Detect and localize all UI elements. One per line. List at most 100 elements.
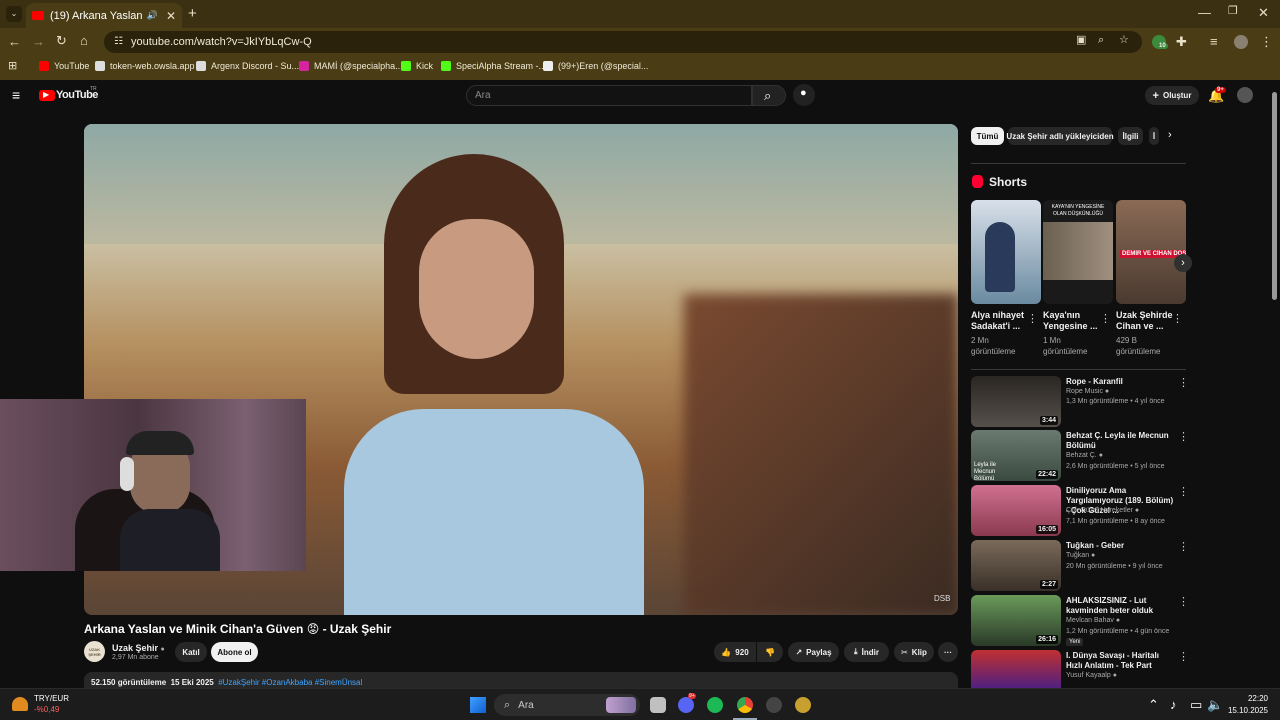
league-icon[interactable] <box>795 697 811 713</box>
short-menu-icon[interactable]: ⋮ <box>1027 312 1038 325</box>
short-thumbnail[interactable]: KAYA'NIN YENGESİNE OLAN DÜŞKÜNLÜĞÜ <box>1043 200 1113 304</box>
recommendation-title[interactable]: AHLAKSIZSINIZ - Lut kavminden beter oldu… <box>1066 596 1174 616</box>
voice-search-button[interactable]: ● <box>793 84 815 106</box>
bookmark-instagram[interactable]: MAMİ (@specialpha... <box>299 61 403 71</box>
profile-avatar[interactable] <box>1234 35 1248 49</box>
clip-button[interactable]: ✂ Klip <box>894 642 934 662</box>
join-button[interactable]: Katıl <box>175 642 207 662</box>
back-icon[interactable]: ← <box>8 35 21 48</box>
hashtags[interactable]: #UzakŞehir #OzanAkbaba #SinemÜnsal <box>218 678 362 687</box>
site-info-icon[interactable]: ☷ <box>114 37 123 47</box>
recommendation-thumbnail[interactable]: 16:05 <box>971 485 1061 536</box>
volume-icon[interactable]: 🔈 <box>1207 698 1223 711</box>
extensions-puzzle-icon[interactable]: ✚ <box>1176 35 1187 48</box>
recommendation-thumbnail[interactable]: 26:16 <box>971 595 1061 646</box>
download-button[interactable]: ⤓ İndir <box>844 642 889 662</box>
recommendation-channel[interactable]: Çok Güzel Hareketler ● <box>1066 507 1139 514</box>
zoom-icon[interactable]: ⌕ <box>1098 35 1104 46</box>
bookmark-star-icon[interactable]: ☆ <box>1119 35 1129 46</box>
tray-chevron-icon[interactable]: ⌃ <box>1148 698 1159 711</box>
recommendation-menu-icon[interactable]: ⋮ <box>1178 650 1189 663</box>
short-thumbnail[interactable]: DEMİR VE CİHAN DOST OLUYOR <box>1116 200 1186 304</box>
recommendation-menu-icon[interactable]: ⋮ <box>1178 430 1189 443</box>
close-window-icon[interactable]: ✕ <box>1258 6 1269 19</box>
home-icon[interactable]: ⌂ <box>80 34 88 47</box>
close-tab-icon[interactable]: ✕ <box>166 10 176 22</box>
subscribe-button[interactable]: Abone ol <box>211 642 258 662</box>
windows-start-icon[interactable] <box>470 697 486 713</box>
chip-from-uploader[interactable]: Uzak Şehir adlı yükleyiciden <box>1006 127 1114 145</box>
recommendation-menu-icon[interactable]: ⋮ <box>1178 376 1189 389</box>
more-actions-button[interactable]: ··· <box>938 642 958 662</box>
browser-menu-icon[interactable]: ⋮ <box>1260 35 1273 48</box>
chrome-icon[interactable] <box>737 697 753 713</box>
recommendation-title[interactable]: I. Dünya Savaşı - Haritalı Hızlı Anlatım… <box>1066 651 1174 671</box>
hamburger-menu-icon[interactable]: ≡ <box>12 88 20 102</box>
speaker-icon[interactable]: 🔊 <box>147 11 158 20</box>
task-view-icon[interactable] <box>650 697 666 713</box>
reading-list-icon[interactable]: ≡ <box>1210 35 1218 48</box>
network-icon[interactable]: ▭ <box>1190 698 1202 711</box>
short-title[interactable]: Uzak Şehirde Cihan ve ... <box>1116 310 1174 332</box>
recommendation-channel[interactable]: Yusuf Kayaalp ● <box>1066 672 1117 679</box>
short-title[interactable]: Alya nihayet Sadakat'i ... <box>971 310 1029 332</box>
recommendation-channel[interactable]: Behzat Ç. ● <box>1066 452 1103 459</box>
short-title[interactable]: Kaya'nın Yengesine ... <box>1043 310 1101 332</box>
taskbar-search[interactable]: ⌕ Ara <box>494 694 640 716</box>
discord-icon[interactable] <box>678 697 694 713</box>
bookmark-kick-stream[interactable]: SpeciAlpha Stream -... <box>441 61 546 71</box>
chip-all[interactable]: Tümü <box>971 127 1004 145</box>
search-input[interactable]: Ara <box>466 85 752 106</box>
chip-partial[interactable]: İ <box>1149 127 1159 145</box>
new-tab-icon[interactable]: + <box>188 6 197 21</box>
forward-icon[interactable]: → <box>32 35 45 48</box>
recommendation-channel[interactable]: Tuğkan ● <box>1066 552 1095 559</box>
recommendation-thumbnail[interactable]: 2:27 <box>971 540 1061 591</box>
recommendation-title[interactable]: Behzat Ç. Leyla ile Mecnun Bölümü <box>1066 431 1174 451</box>
apps-grid-icon[interactable]: ⊞ <box>8 61 17 72</box>
recommendation-menu-icon[interactable]: ⋮ <box>1178 485 1189 498</box>
recommendation-thumbnail[interactable] <box>971 650 1061 688</box>
tab-search-icon[interactable]: ⌄ <box>6 6 22 22</box>
clock-time[interactable]: 22:20 <box>1232 694 1268 703</box>
restore-icon[interactable]: ❐ <box>1228 6 1238 17</box>
chips-next-icon[interactable]: › <box>1168 130 1172 141</box>
short-menu-icon[interactable]: ⋮ <box>1100 312 1111 325</box>
bookmark-argenx[interactable]: Argenx Discord - Su... <box>196 61 299 71</box>
bookmark-tiktok[interactable]: (99+)Eren (@special... <box>543 61 648 71</box>
shorts-next-icon[interactable]: › <box>1174 254 1192 272</box>
minimize-icon[interactable]: — <box>1198 6 1211 19</box>
share-button[interactable]: ↗ Paylaş <box>788 642 839 662</box>
scrollbar-thumb[interactable] <box>1272 92 1277 300</box>
clock-date[interactable]: 15.10.2025 <box>1222 706 1268 715</box>
chip-related[interactable]: İlgili <box>1118 127 1143 145</box>
reload-icon[interactable]: ↻ <box>56 34 67 47</box>
bookmark-kick[interactable]: Kick <box>401 61 433 71</box>
browser-tab[interactable]: (19) Arkana Yaslan ve Minik 🔊 ✕ <box>26 3 182 28</box>
recommendation-menu-icon[interactable]: ⋮ <box>1178 540 1189 553</box>
app-icon[interactable] <box>766 697 782 713</box>
like-button[interactable]: 👍 920 <box>714 642 756 662</box>
channel-avatar[interactable]: UZAK ŞEHİR <box>84 641 105 662</box>
recommendation-title[interactable]: Tuğkan - Geber <box>1066 541 1174 551</box>
short-menu-icon[interactable]: ⋮ <box>1172 312 1183 325</box>
recommendation-thumbnail[interactable]: Leyla ile Mecnun Bölümü 22:42 <box>971 430 1061 481</box>
spotify-icon[interactable] <box>707 697 723 713</box>
address-bar[interactable]: ☷ youtube.com/watch?v=JkIYbLqCw-Q ▣ ⌕ ☆ <box>104 31 1142 53</box>
recommendation-channel[interactable]: Mevlcan Bahav ● <box>1066 617 1120 624</box>
channel-name-row[interactable]: Uzak Şehir ● <box>112 643 165 653</box>
recommendation-title[interactable]: Rope - Karanfil <box>1066 377 1174 387</box>
search-button[interactable]: ⌕ <box>752 85 786 106</box>
bookmark-youtube[interactable]: YouTube <box>39 61 89 71</box>
recommendation-thumbnail[interactable]: 3:44 <box>971 376 1061 427</box>
install-icon[interactable]: ▣ <box>1076 35 1086 46</box>
dislike-button[interactable]: 👎 <box>757 642 783 662</box>
recommendation-menu-icon[interactable]: ⋮ <box>1178 595 1189 608</box>
account-avatar[interactable] <box>1237 87 1253 103</box>
weather-widget-icon[interactable] <box>12 697 28 711</box>
short-thumbnail[interactable] <box>971 200 1041 304</box>
create-button[interactable]: + Oluştur <box>1145 86 1199 105</box>
bookmark-token-web[interactable]: token-web.owsla.app <box>95 61 195 71</box>
recommendation-channel[interactable]: Rope Music ● <box>1066 388 1109 395</box>
mic-tray-icon[interactable]: ♪ <box>1170 698 1177 711</box>
